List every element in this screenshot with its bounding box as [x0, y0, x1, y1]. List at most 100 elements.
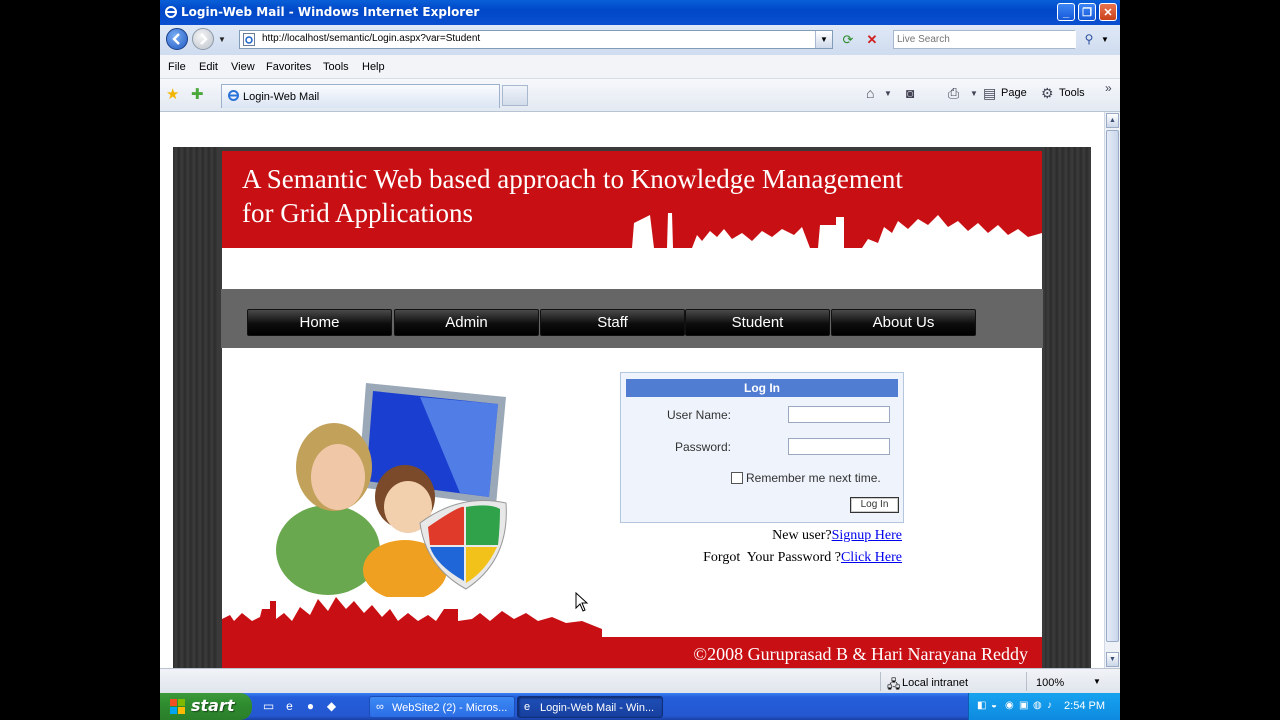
scroll-thumb[interactable] — [1106, 130, 1119, 642]
new-tab-button[interactable] — [502, 85, 528, 106]
start-button[interactable]: start — [160, 693, 252, 720]
minimize-button[interactable]: _ — [1057, 3, 1075, 21]
restore-button[interactable]: ❐ — [1078, 3, 1096, 21]
volume-icon[interactable]: ♪ — [1047, 700, 1058, 712]
home-icon[interactable]: ⌂ — [866, 85, 874, 101]
add-to-favorites-icon[interactable]: ✚ — [191, 85, 204, 103]
back-button[interactable] — [166, 28, 188, 50]
new-user-text: New user? — [772, 528, 832, 543]
login-header: Log In — [626, 379, 898, 397]
recent-pages-dropdown-icon[interactable]: ▼ — [218, 35, 226, 44]
media-quicklaunch-icon[interactable]: ◆ — [324, 699, 339, 714]
menu-edit[interactable]: Edit — [199, 61, 218, 73]
site-footer: ©2008 Guruprasad B & Hari Narayana Reddy — [222, 637, 1042, 668]
site-inner: A Semantic Web based approach to Knowled… — [221, 151, 1043, 668]
signup-link[interactable]: Signup Here — [832, 528, 902, 543]
zoom-level[interactable]: 100% — [1036, 677, 1064, 689]
tray-icon-1[interactable]: ◧ — [977, 700, 988, 712]
messenger-quicklaunch-icon[interactable]: ● — [303, 699, 318, 714]
tray-icon-2[interactable]: ◒ — [991, 700, 1002, 712]
login-button[interactable]: Log In — [850, 497, 899, 513]
tab-login-web-mail[interactable]: Login-Web Mail — [221, 84, 500, 108]
ie-taskbar-icon: e — [524, 701, 531, 713]
forward-arrow-icon — [200, 33, 208, 45]
menu-tools[interactable]: Tools — [323, 61, 349, 73]
site-frame: A Semantic Web based approach to Knowled… — [173, 147, 1091, 668]
tray-icon-4[interactable]: ▣ — [1019, 700, 1030, 712]
nav-student[interactable]: Student — [685, 309, 830, 336]
ie-quicklaunch-icon[interactable]: e — [282, 699, 297, 714]
forward-button[interactable] — [192, 28, 214, 50]
site-banner: A Semantic Web based approach to Knowled… — [222, 151, 1042, 248]
tray-icon-5[interactable]: ◍ — [1033, 700, 1044, 712]
banner-title-line2: for Grid Applications — [242, 198, 473, 228]
password-label: Password: — [674, 440, 731, 454]
address-dropdown-icon[interactable]: ▼ — [815, 31, 832, 48]
username-label: User Name: — [666, 408, 731, 422]
clock: 2:54 PM — [1064, 700, 1105, 712]
tools-menu-icon[interactable]: ⚙ — [1041, 85, 1054, 102]
tools-menu-button[interactable]: Tools — [1059, 87, 1085, 99]
address-bar[interactable]: http://localhost/semantic/Login.aspx?var… — [239, 30, 833, 49]
password-input[interactable] — [788, 438, 890, 455]
home-dropdown-icon[interactable]: ▼ — [884, 89, 892, 98]
page-icon — [243, 33, 255, 46]
search-input[interactable] — [894, 31, 1076, 48]
new-user-line: New user?Signup Here — [620, 528, 902, 544]
page-menu-button[interactable]: Page — [1001, 87, 1027, 99]
forgot-password-line: Forgot Your Password ?Click Here — [620, 550, 902, 566]
username-input[interactable] — [788, 406, 890, 423]
menu-bar: File Edit View Favorites Tools Help — [160, 55, 1120, 79]
feeds-icon[interactable]: ◙ — [906, 85, 914, 101]
nav-admin[interactable]: Admin — [394, 309, 539, 336]
print-icon[interactable]: ⎙ — [948, 85, 959, 102]
print-dropdown-icon[interactable]: ▼ — [970, 89, 978, 98]
security-zone-label[interactable]: Local intranet — [902, 677, 968, 689]
forgot-password-text: Forgot Your Password ? — [703, 550, 841, 565]
address-url[interactable]: http://localhost/semantic/Login.aspx?var… — [262, 33, 480, 44]
stop-icon[interactable]: ✕ — [863, 31, 881, 49]
tab-label: Login-Web Mail — [243, 91, 320, 103]
main-nav: Home Admin Staff Student About Us — [221, 289, 1043, 348]
search-icon[interactable]: ⚲ — [1078, 30, 1100, 49]
taskbar-item-ie[interactable]: e Login-Web Mail - Win... — [517, 696, 663, 718]
windows-taskbar: start ▭ e ● ◆ ∞ WebSite2 (2) - Micros...… — [160, 693, 1120, 720]
status-divider — [1026, 672, 1027, 691]
status-divider — [880, 672, 881, 691]
title-bar: Login-Web Mail - Windows Internet Explor… — [160, 0, 1120, 25]
menu-favorites[interactable]: Favorites — [266, 61, 311, 73]
ie-tab-icon — [228, 90, 239, 101]
favorites-center-icon[interactable]: ★ — [166, 85, 179, 103]
remember-me-checkbox[interactable] — [731, 472, 743, 484]
refresh-icon[interactable]: ⟳ — [839, 31, 857, 49]
menu-file[interactable]: File — [168, 61, 186, 73]
show-desktop-icon[interactable]: ▭ — [261, 699, 276, 714]
menu-view[interactable]: View — [231, 61, 255, 73]
start-label: start — [191, 696, 235, 715]
address-toolbar: ▼ http://localhost/semantic/Login.aspx?v… — [160, 25, 1120, 55]
taskbar-item-visual-studio[interactable]: ∞ WebSite2 (2) - Micros... — [369, 696, 515, 718]
toolbar-overflow-icon[interactable]: » — [1105, 81, 1112, 95]
scroll-up-icon[interactable]: ▲ — [1106, 113, 1119, 128]
search-options-dropdown-icon[interactable]: ▼ — [1101, 35, 1109, 44]
status-bar: 🖧 Local intranet 100% ▼ — [160, 668, 1120, 694]
tray-icon-3[interactable]: ◉ — [1005, 700, 1016, 712]
footer-copyright: ©2008 Guruprasad B & Hari Narayana Reddy — [693, 644, 1028, 664]
mouse-cursor-icon — [575, 592, 589, 612]
menu-help[interactable]: Help — [362, 61, 385, 73]
search-box[interactable] — [893, 30, 1076, 49]
users-security-illustration — [276, 383, 507, 597]
nav-staff[interactable]: Staff — [540, 309, 685, 336]
page-menu-icon[interactable]: ▤ — [983, 85, 996, 102]
nav-home[interactable]: Home — [247, 309, 392, 336]
zoom-dropdown-icon[interactable]: ▼ — [1093, 677, 1101, 686]
vertical-scrollbar[interactable]: ▲ ▼ — [1104, 112, 1120, 668]
nav-about-us[interactable]: About Us — [831, 309, 976, 336]
forgot-password-link[interactable]: Click Here — [841, 550, 902, 565]
windows-flag-icon — [170, 699, 185, 714]
scroll-down-icon[interactable]: ▼ — [1106, 652, 1119, 667]
close-button[interactable]: ✕ — [1099, 3, 1117, 21]
remember-me-label[interactable]: Remember me next time. — [746, 471, 881, 485]
login-panel: Log In User Name: Password: Remember me … — [620, 372, 904, 523]
footer-skyline-graphic — [222, 597, 602, 639]
